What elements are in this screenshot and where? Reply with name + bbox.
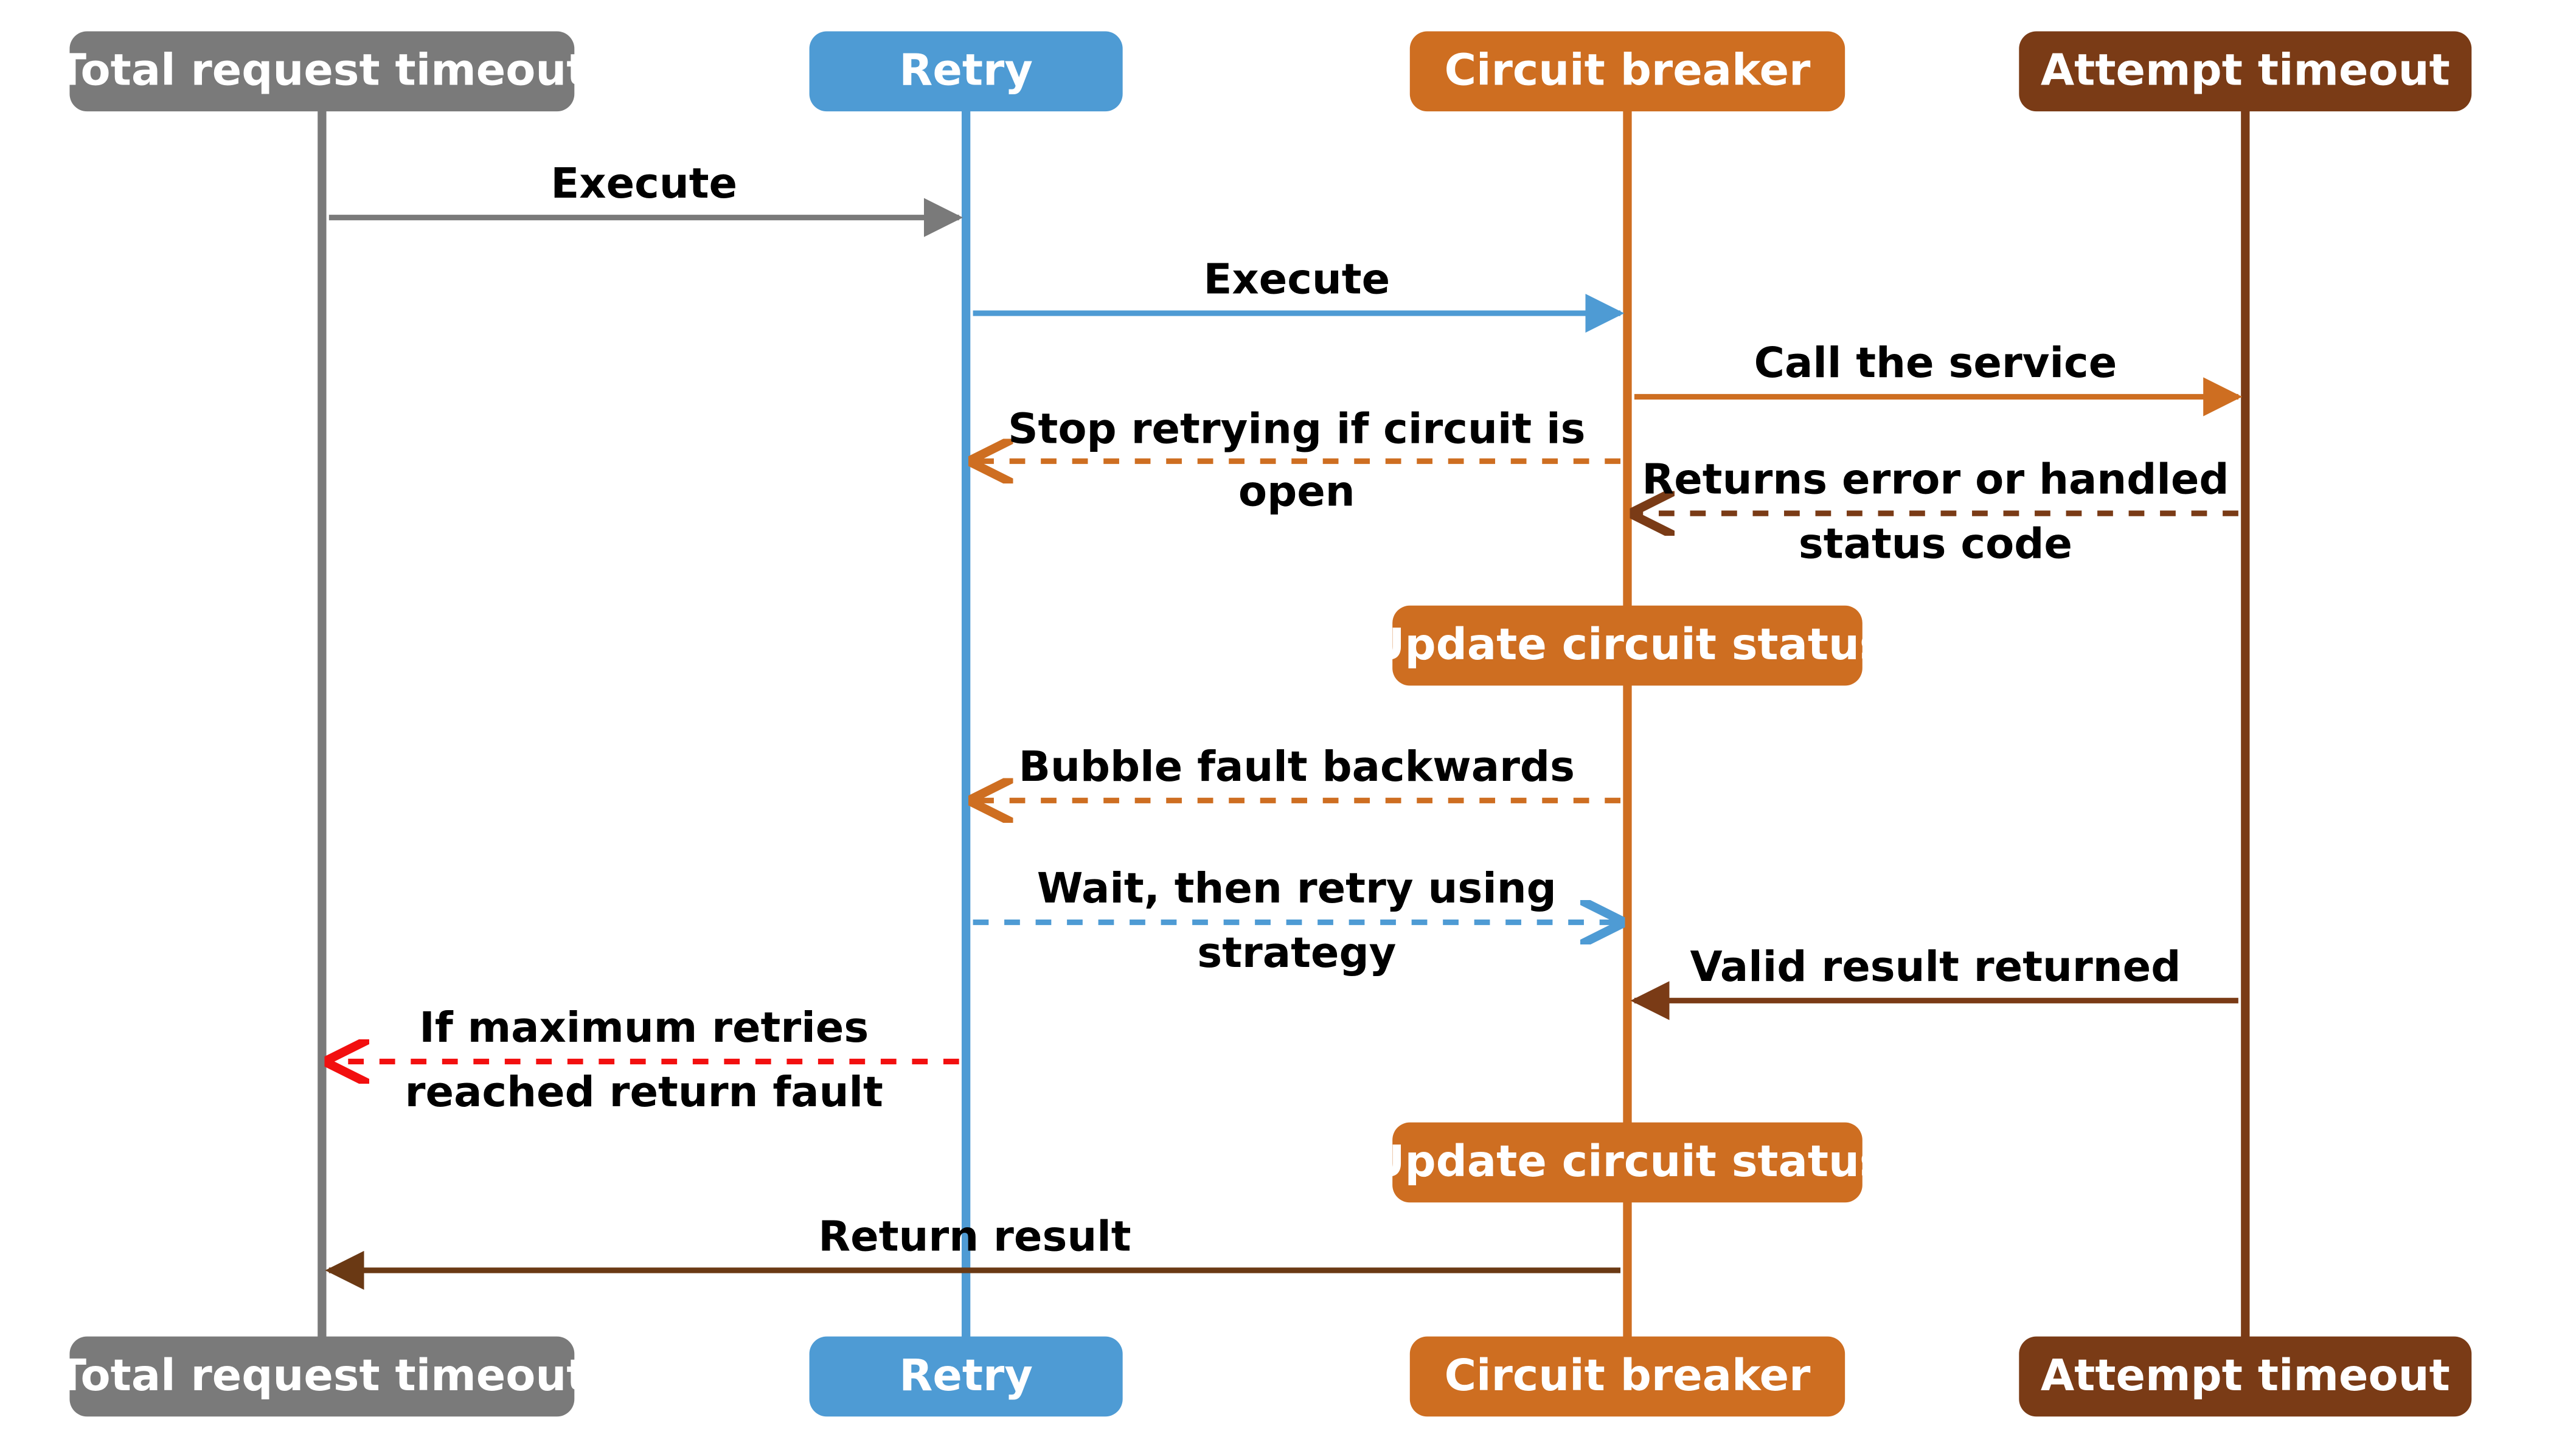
label-return-result: Return result <box>818 1212 1131 1261</box>
label-execute-1: Execute <box>550 159 737 208</box>
participant-timeout-label-b: Total request timeout <box>57 1350 587 1401</box>
participant-breaker-label: Circuit breaker <box>1445 45 1811 95</box>
label-returns-error-2: status code <box>1799 520 2072 569</box>
label-update-status-2: Update circuit status <box>1369 1136 1885 1186</box>
participant-attempt-label: Attempt timeout <box>2041 45 2450 95</box>
label-returns-error-1: Returns error or handled <box>1642 456 2229 504</box>
participant-retry-label: Retry <box>899 45 1033 95</box>
participant-timeout-label: Total request timeout <box>57 45 587 95</box>
label-wait-retry-1: Wait, then retry using <box>1037 864 1557 913</box>
note-update-status-2: Update circuit status <box>1369 1123 1885 1203</box>
label-update-status-1: Update circuit status <box>1369 619 1885 670</box>
participant-retry-top: Retry <box>810 32 1123 112</box>
label-wait-retry-2: strategy <box>1197 929 1396 977</box>
participant-retry-bottom: Retry <box>810 1337 1123 1417</box>
label-execute-2: Execute <box>1203 255 1390 304</box>
participant-timeout-bottom: Total request timeout <box>57 1337 587 1417</box>
participant-attempt-top: Attempt timeout <box>2019 32 2471 112</box>
note-update-status-1: Update circuit status <box>1369 606 1885 686</box>
label-stop-retrying-2: open <box>1238 468 1355 516</box>
participant-breaker-top: Circuit breaker <box>1410 32 1845 112</box>
label-max-retries-1: If maximum retries <box>419 1003 869 1052</box>
label-valid-result: Valid result returned <box>1690 943 2181 991</box>
participant-timeout-top: Total request timeout <box>57 32 587 112</box>
participant-attempt-label-b: Attempt timeout <box>2041 1350 2450 1401</box>
participant-breaker-label-b: Circuit breaker <box>1445 1350 1811 1401</box>
sequence-diagram: Total request timeout Retry Circuit brea… <box>0 0 2576 1448</box>
participant-attempt-bottom: Attempt timeout <box>2019 1337 2471 1417</box>
participant-retry-label-b: Retry <box>899 1350 1033 1401</box>
label-stop-retrying-1: Stop retrying if circuit is <box>1008 405 1585 454</box>
participant-breaker-bottom: Circuit breaker <box>1410 1337 1845 1417</box>
label-call-service: Call the service <box>1754 339 2117 387</box>
label-max-retries-2: reached return fault <box>405 1068 883 1117</box>
label-bubble-fault: Bubble fault backwards <box>1019 743 1575 791</box>
